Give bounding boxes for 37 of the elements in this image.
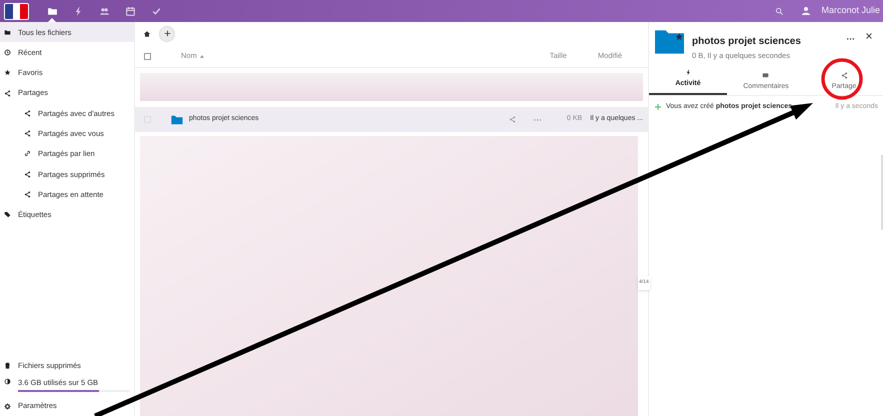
plus-icon bbox=[164, 30, 170, 37]
share-icon bbox=[24, 170, 31, 178]
more-button[interactable] bbox=[845, 36, 856, 42]
plus-icon bbox=[655, 104, 661, 110]
share-icon bbox=[24, 191, 31, 198]
checkmark-icon bbox=[150, 6, 162, 16]
sort-arrow-icon bbox=[200, 54, 204, 58]
select-all-checkbox[interactable] bbox=[144, 52, 151, 60]
user-menu[interactable]: Marconot Julie bbox=[801, 4, 880, 18]
search-icon bbox=[774, 6, 784, 16]
folder-icon bbox=[4, 28, 11, 36]
details-title: photos projet sciences bbox=[692, 35, 801, 49]
gear-icon bbox=[4, 402, 11, 410]
share-icon bbox=[24, 130, 31, 138]
trash-icon bbox=[4, 362, 11, 369]
close-icon bbox=[866, 33, 872, 39]
close-button[interactable] bbox=[866, 33, 872, 39]
tag-icon bbox=[4, 211, 11, 218]
clock-icon bbox=[4, 48, 11, 56]
folder-icon bbox=[46, 6, 58, 16]
calendar-icon bbox=[124, 6, 136, 16]
share-icon bbox=[508, 116, 516, 123]
logo-icon bbox=[4, 2, 29, 20]
annotation-circle bbox=[821, 58, 863, 100]
home-icon bbox=[143, 30, 151, 38]
share-icon bbox=[4, 90, 11, 97]
pie-icon bbox=[4, 378, 11, 385]
people-icon bbox=[98, 6, 110, 16]
user-icon bbox=[801, 6, 812, 16]
link-icon bbox=[24, 150, 31, 158]
folder-icon bbox=[655, 30, 684, 54]
star-icon bbox=[4, 69, 11, 76]
add-button[interactable] bbox=[159, 26, 175, 42]
share-icon bbox=[840, 72, 848, 79]
comment-icon bbox=[762, 72, 770, 79]
lightning-icon bbox=[684, 69, 692, 76]
share-icon bbox=[24, 110, 31, 117]
